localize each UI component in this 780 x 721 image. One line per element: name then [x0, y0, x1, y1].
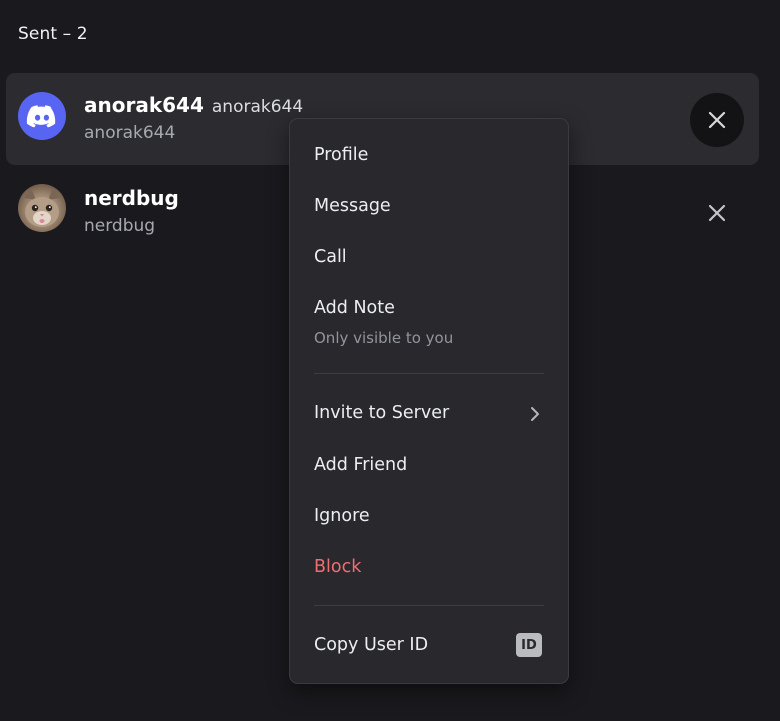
menu-item-add-friend[interactable]: Add Friend: [314, 455, 544, 475]
menu-item-invite-to-server[interactable]: Invite to Server: [314, 403, 544, 423]
cat-photo-avatar[interactable]: [18, 184, 66, 232]
menu-item-copy-user-id[interactable]: Copy User ID: [314, 635, 544, 655]
menu-divider: [314, 373, 544, 374]
user-context-menu: Profile Message Call Add Note Only visib…: [289, 118, 569, 684]
id-badge-icon: ID: [516, 633, 542, 657]
cancel-request-button[interactable]: [690, 93, 744, 147]
menu-item-block[interactable]: Block: [314, 557, 544, 577]
discord-logo-icon[interactable]: [18, 92, 66, 140]
add-note-subtext: Only visible to you: [314, 329, 454, 347]
menu-item-profile[interactable]: Profile: [314, 145, 544, 165]
username-inline: anorak644: [211, 97, 304, 117]
menu-item-ignore[interactable]: Ignore: [314, 506, 544, 526]
menu-item-call[interactable]: Call: [314, 247, 544, 267]
chevron-right-icon: [531, 407, 539, 421]
close-icon: [708, 204, 726, 222]
close-icon: [708, 111, 726, 129]
display-name: nerdbug: [84, 186, 179, 210]
menu-item-add-note[interactable]: Add Note: [314, 298, 544, 318]
menu-item-message[interactable]: Message: [314, 196, 544, 216]
username: anorak644: [84, 123, 176, 143]
menu-divider: [314, 605, 544, 606]
cancel-request-button[interactable]: [690, 186, 744, 240]
display-name: anorak644: [84, 93, 204, 117]
section-header: Sent – 2: [18, 24, 88, 44]
username: nerdbug: [84, 216, 156, 236]
